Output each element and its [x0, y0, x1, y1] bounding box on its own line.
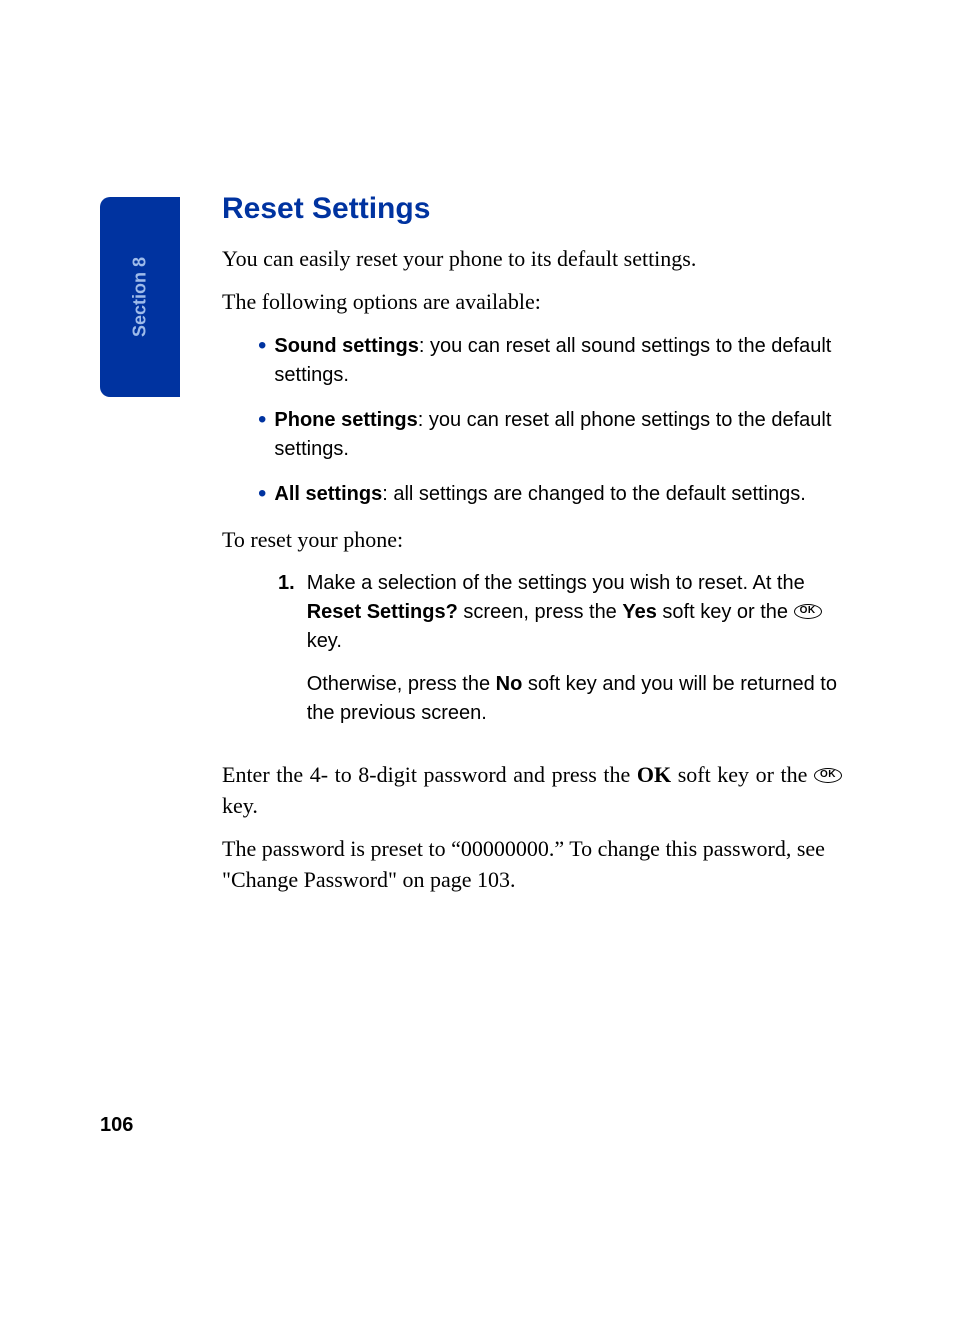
- step-paragraph: Otherwise, press the No soft key and you…: [307, 670, 842, 728]
- section-tab-label: Section 8: [130, 257, 151, 337]
- ok-key-icon: OK: [814, 768, 842, 783]
- intro-paragraph-1: You can easily reset your phone to its d…: [222, 244, 842, 275]
- bullet-content: Sound settings: you can reset all sound …: [274, 332, 842, 390]
- bullet-icon: •: [258, 408, 266, 466]
- bullet-icon: •: [258, 482, 266, 511]
- ok-key-icon: OK: [794, 604, 822, 619]
- bullet-item: • All settings: all settings are changed…: [222, 480, 842, 509]
- step-content: Make a selection of the settings you wis…: [307, 569, 842, 742]
- bullet-list: • Sound settings: you can reset all soun…: [222, 332, 842, 509]
- intro-paragraph-2: The following options are available:: [222, 287, 842, 318]
- step-item: 1. Make a selection of the settings you …: [222, 569, 842, 742]
- post-paragraph-2: The password is preset to “00000000.” To…: [222, 834, 842, 896]
- page-content: Reset Settings You can easily reset your…: [222, 192, 842, 908]
- bullet-label: All settings: [274, 483, 382, 505]
- step-marker: 1.: [278, 569, 295, 742]
- bullet-item: • Sound settings: you can reset all soun…: [222, 332, 842, 390]
- bullet-icon: •: [258, 334, 266, 392]
- bullet-content: Phone settings: you can reset all phone …: [274, 406, 842, 464]
- bullet-content: All settings: all settings are changed t…: [274, 480, 842, 509]
- page-heading: Reset Settings: [222, 192, 842, 226]
- bullet-item: • Phone settings: you can reset all phon…: [222, 406, 842, 464]
- step-paragraph: Make a selection of the settings you wis…: [307, 569, 842, 656]
- bullet-label: Sound settings: [274, 335, 418, 357]
- section-tab: Section 8: [100, 197, 180, 397]
- numbered-list: 1. Make a selection of the settings you …: [222, 569, 842, 742]
- post-paragraph-1: Enter the 4- to 8-digit password and pre…: [222, 760, 842, 822]
- page-number: 106: [100, 1114, 133, 1137]
- bullet-text: : all settings are changed to the defaul…: [382, 483, 806, 505]
- bullet-label: Phone settings: [274, 409, 417, 431]
- steps-intro: To reset your phone:: [222, 525, 842, 556]
